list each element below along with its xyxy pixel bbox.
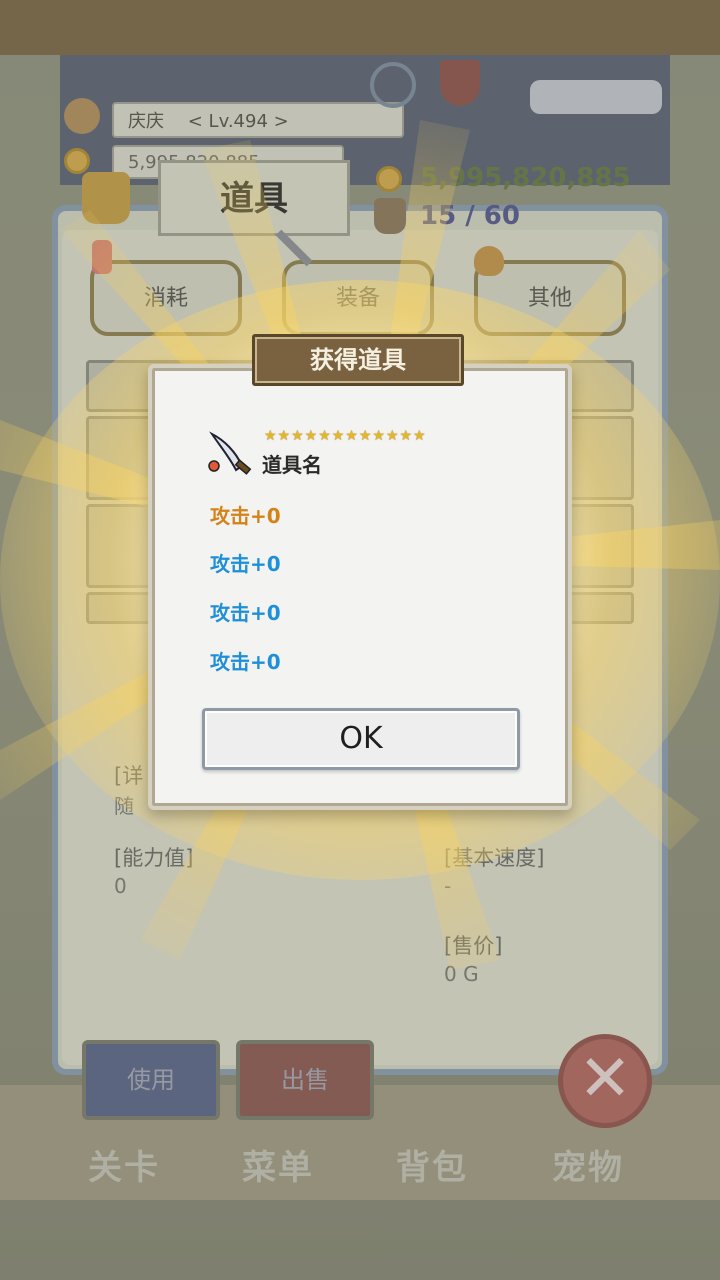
ok-button-label: OK bbox=[339, 721, 383, 756]
attribute-bonus-1: 攻击+0 bbox=[210, 552, 281, 576]
weapon-icon bbox=[206, 430, 256, 476]
dialog-title: 获得道具 bbox=[252, 334, 464, 386]
rarity-stars: ★★★★★★★★★★★★ bbox=[264, 428, 427, 444]
ok-button[interactable]: OK bbox=[202, 708, 520, 770]
attribute-bonus-3: 攻击+0 bbox=[210, 650, 281, 674]
attribute-primary: 攻击+0 bbox=[210, 504, 281, 528]
item-name: 道具名 bbox=[262, 453, 322, 477]
attribute-bonus-2: 攻击+0 bbox=[210, 601, 281, 625]
